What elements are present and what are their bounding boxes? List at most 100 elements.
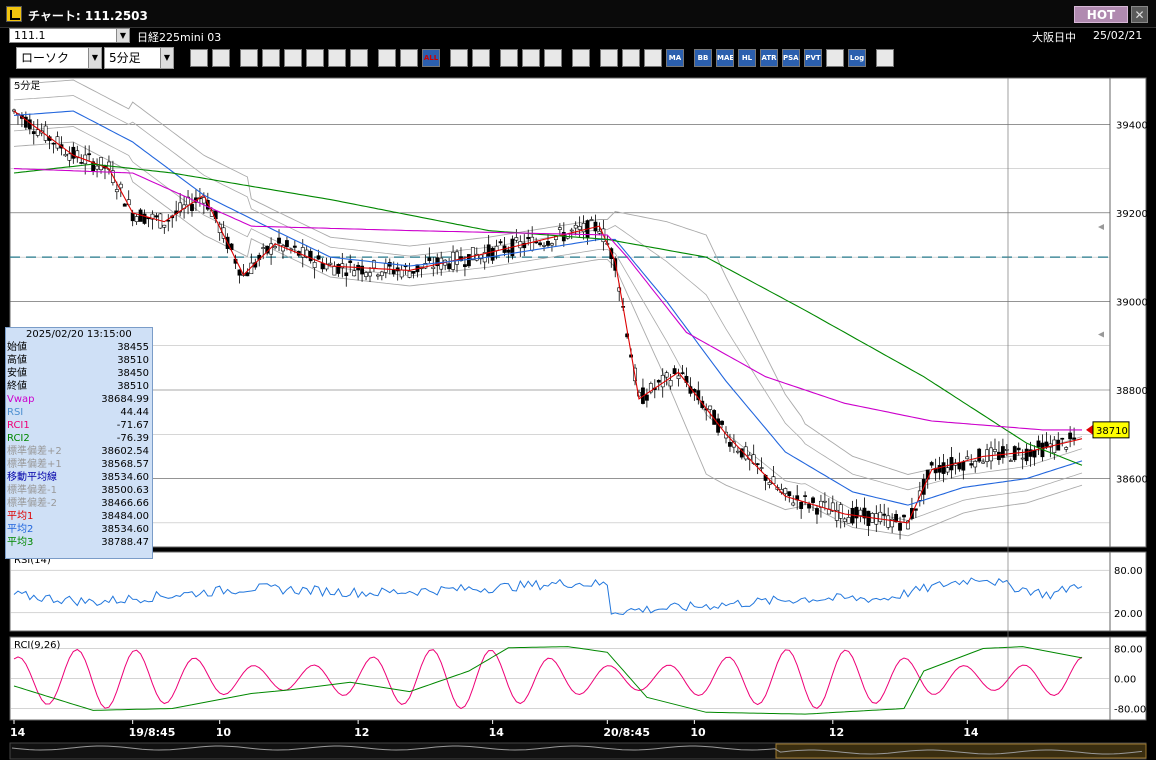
toolbar-list-icon[interactable] — [328, 49, 346, 67]
toolbar-ma-button[interactable]: MA — [666, 49, 684, 67]
interval-select[interactable]: 5分足 ▼ — [104, 47, 174, 69]
candle-body — [336, 264, 341, 274]
candle-body — [1072, 437, 1076, 440]
rci-panel-label: RCI(9,26) — [14, 640, 61, 651]
toolbar-window-icon[interactable] — [212, 49, 230, 67]
toolbar-mae-button[interactable]: MAE — [716, 49, 734, 67]
candle-body — [470, 247, 475, 261]
candle-body — [95, 165, 99, 170]
candle-body — [312, 261, 317, 268]
toolbar-atr-button[interactable]: ATR — [760, 49, 778, 67]
candle-body — [783, 488, 788, 495]
toolbar-cursor-icon[interactable] — [284, 49, 302, 67]
data-window-label: 移動平均線 — [7, 472, 57, 483]
candle-body — [63, 153, 68, 157]
rci-tick-label: 80.00 — [1114, 645, 1143, 656]
close-button[interactable]: ✕ — [1131, 6, 1148, 23]
candle-body — [87, 153, 92, 156]
candle-body — [589, 219, 594, 221]
data-window-row: 移動平均線 38534.60 — [6, 471, 152, 484]
toolbar-pvt-button[interactable]: PVT — [804, 49, 822, 67]
app-icon — [6, 6, 22, 22]
chevron-down-icon[interactable]: ▼ — [116, 29, 129, 42]
candle-body — [787, 491, 792, 496]
toolbar-bb-button[interactable]: BB — [694, 49, 712, 67]
candle-body — [902, 514, 906, 518]
toolbar-compare-icon[interactable] — [500, 49, 518, 67]
candle-body — [316, 255, 321, 260]
x-tick-label: 10 — [216, 726, 232, 739]
date-label: 25/02/21 — [1093, 29, 1143, 42]
data-window-row: Vwap 38684.99 — [6, 393, 152, 406]
candle-body — [886, 515, 891, 528]
toolbar-all-button[interactable]: ALL — [422, 49, 440, 67]
data-window-row: 標準偏差+2 38602.54 — [6, 445, 152, 458]
toolbar-hl-button[interactable]: HL — [738, 49, 756, 67]
chevron-down-icon[interactable]: ▼ — [160, 48, 173, 68]
data-window-value: 38466.66 — [101, 498, 149, 509]
candle-body — [680, 372, 685, 374]
symbol-select[interactable]: 111.1 ▼ — [9, 28, 130, 43]
candle-body — [656, 380, 661, 383]
candle-body — [977, 448, 982, 462]
toolbar-search-icon[interactable] — [472, 49, 490, 67]
candle-body — [803, 495, 808, 497]
candle-body — [411, 271, 416, 274]
chart-area[interactable]: 39400 39200 39000 38800 38600 5分足 38710 80.00 20… — [0, 72, 1156, 760]
candle-body — [929, 462, 934, 466]
y-tick-label: 38800 — [1116, 386, 1148, 397]
toolbar-plus-icon[interactable] — [522, 49, 540, 67]
toolbar-log-button[interactable]: Log — [848, 49, 866, 67]
candle-body — [1008, 460, 1013, 462]
data-window: 2025/02/20 13:15:00 始値 38455 高値 38510 安値 3845… — [5, 327, 153, 559]
candle-body — [379, 271, 384, 277]
panel-background-1 — [9, 77, 1111, 548]
chart-type-select[interactable]: ローソク ▼ — [16, 47, 102, 69]
toolbar-indicators-icon[interactable] — [644, 49, 662, 67]
toolbar-trash-icon[interactable] — [350, 49, 368, 67]
toolbar-move-left-icon[interactable] — [378, 49, 396, 67]
candle-body — [154, 215, 159, 218]
candle-body — [344, 272, 349, 276]
candle-body — [989, 447, 993, 462]
candle-body — [122, 203, 127, 207]
candle-body — [352, 270, 357, 277]
candle-body — [31, 131, 36, 135]
data-window-row: 平均2 38534.60 — [6, 523, 152, 536]
rsi-tick-label: 80.00 — [1114, 566, 1143, 577]
toolbar-zoom-icon[interactable] — [190, 49, 208, 67]
toolbar-psar-button[interactable]: PSAR — [782, 49, 800, 67]
toolbar-blank-icon[interactable] — [544, 49, 562, 67]
toolbar-export-icon[interactable] — [876, 49, 894, 67]
data-window-value: 38568.57 — [101, 459, 149, 470]
candle-body — [728, 442, 732, 447]
toolbar-settings-icon[interactable] — [572, 49, 590, 67]
candle-body — [898, 522, 902, 531]
toolbar-arrow-icon[interactable] — [306, 49, 324, 67]
data-window-value: 38500.63 — [101, 485, 149, 496]
chevron-down-icon[interactable]: ▼ — [88, 48, 101, 68]
toolbar-frame-icon[interactable] — [826, 49, 844, 67]
candle-body — [12, 109, 16, 112]
candle-body — [676, 375, 681, 379]
candle-body — [822, 500, 827, 503]
toolbar-palette-icon[interactable] — [622, 49, 640, 67]
toolbar-pin-icon[interactable] — [450, 49, 468, 67]
data-window-row: RSI 44.44 — [6, 406, 152, 419]
candle-body — [237, 269, 242, 276]
data-window-value: 44.44 — [120, 407, 149, 418]
rci-tick-label: -80.00 — [1114, 705, 1146, 716]
chart-svg[interactable]: 39400 39200 39000 38800 38600 5分足 38710 80.00 20… — [0, 72, 1156, 760]
data-window-value: 38450 — [117, 368, 149, 379]
hot-button[interactable]: HOT — [1074, 6, 1128, 23]
candle-body — [486, 244, 491, 257]
y-tick-label: 39200 — [1116, 209, 1148, 220]
toolbar-wrench-icon[interactable] — [600, 49, 618, 67]
candle-body — [71, 146, 76, 159]
data-window-label: 平均3 — [7, 537, 34, 548]
toolbar-link-icon[interactable] — [262, 49, 280, 67]
x-tick-label: 19/8:45 — [129, 726, 176, 739]
candle-body — [526, 236, 531, 240]
toolbar-move-right-icon[interactable] — [400, 49, 418, 67]
toolbar-draw-line-icon[interactable] — [240, 49, 258, 67]
